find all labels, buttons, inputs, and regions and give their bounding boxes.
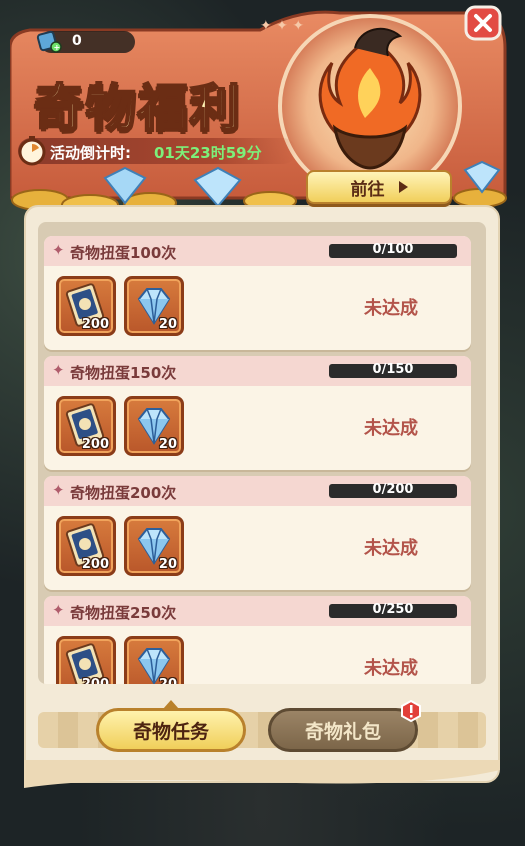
countdown-label: 活动倒计时: (50, 144, 131, 162)
reward-diamond[interactable]: 20 (124, 396, 184, 456)
page-title: 奇物福利 (33, 78, 242, 138)
progress-text: 0/150 (372, 362, 414, 377)
status-text: 未达成 (364, 418, 418, 439)
status-text: 未达成 (364, 658, 418, 679)
task-title: 奇物扭蛋150次 (70, 364, 177, 382)
task-list[interactable]: ✦ 奇物扭蛋100次 0/100 200 20 未达成 ✦ 奇物扭蛋150次 0… (38, 222, 486, 684)
go-button[interactable]: 前往 (306, 170, 452, 204)
reward-count: 200 (81, 437, 109, 452)
progress-text: 0/250 (372, 602, 414, 617)
reward-count: 200 (82, 677, 109, 684)
progress-text: 0/200 (372, 482, 414, 497)
list-item: ✦ 奇物扭蛋250次 0/250 200 20 未达成 (44, 596, 471, 684)
reward-count: 20 (158, 317, 177, 332)
list-item: ✦ 奇物扭蛋150次 0/150 200 20 未达成 (44, 356, 471, 470)
task-header: ✦ 奇物扭蛋100次 0/100 (44, 236, 471, 266)
reward-count: 200 (81, 317, 109, 332)
task-title: 奇物扭蛋200次 (70, 484, 177, 502)
reward-ticket[interactable]: 200 (56, 396, 116, 456)
token-count: 0 (72, 33, 82, 49)
clock-icon (18, 136, 46, 166)
reward-ticket[interactable]: 200 (56, 516, 116, 576)
status-text: 未达成 (364, 298, 418, 319)
countdown-value: 01天23时59分 (154, 144, 262, 162)
tab-tasks[interactable]: 奇物任务 (96, 708, 246, 752)
reward-count: 20 (158, 557, 177, 572)
status-text: 未达成 (364, 538, 418, 559)
svg-text:+: + (54, 43, 61, 52)
close-icon[interactable] (464, 5, 502, 41)
token-icon: + (36, 30, 62, 53)
list-item: ✦ 奇物扭蛋200次 0/200 200 20 未达成 (44, 476, 471, 590)
card-bottom-wave (24, 760, 500, 788)
go-button-label: 前往 (350, 179, 385, 200)
alert-icon (401, 700, 421, 722)
progress-text: 0/100 (372, 242, 414, 257)
star-icon: ✦ (52, 241, 65, 259)
star-icon: ✦ (52, 361, 65, 379)
task-header: ✦ 奇物扭蛋250次 0/250 (44, 596, 471, 626)
reward-count: 200 (81, 557, 109, 572)
star-icon: ✦ (52, 481, 65, 499)
arrow-right-icon (398, 181, 408, 193)
svg-text:✦ ✦ ✦: ✦ ✦ ✦ (260, 18, 304, 34)
task-title: 奇物扭蛋250次 (70, 604, 177, 622)
tab-gift-pack[interactable]: 奇物礼包 (268, 708, 418, 752)
list-item: ✦ 奇物扭蛋100次 0/100 200 20 未达成 (44, 236, 471, 350)
reward-diamond[interactable]: 20 (124, 276, 184, 336)
reward-diamond[interactable]: 20 (124, 636, 184, 684)
reward-ticket[interactable]: 200 (56, 636, 116, 684)
task-header: ✦ 奇物扭蛋150次 0/150 (44, 356, 471, 386)
star-icon: ✦ (52, 601, 65, 619)
task-header: ✦ 奇物扭蛋200次 0/200 (44, 476, 471, 506)
task-title: 奇物扭蛋100次 (70, 244, 177, 262)
reward-count: 20 (158, 437, 177, 452)
reward-count: 20 (159, 677, 177, 684)
reward-diamond[interactable]: 20 (124, 516, 184, 576)
reward-ticket[interactable]: 200 (56, 276, 116, 336)
